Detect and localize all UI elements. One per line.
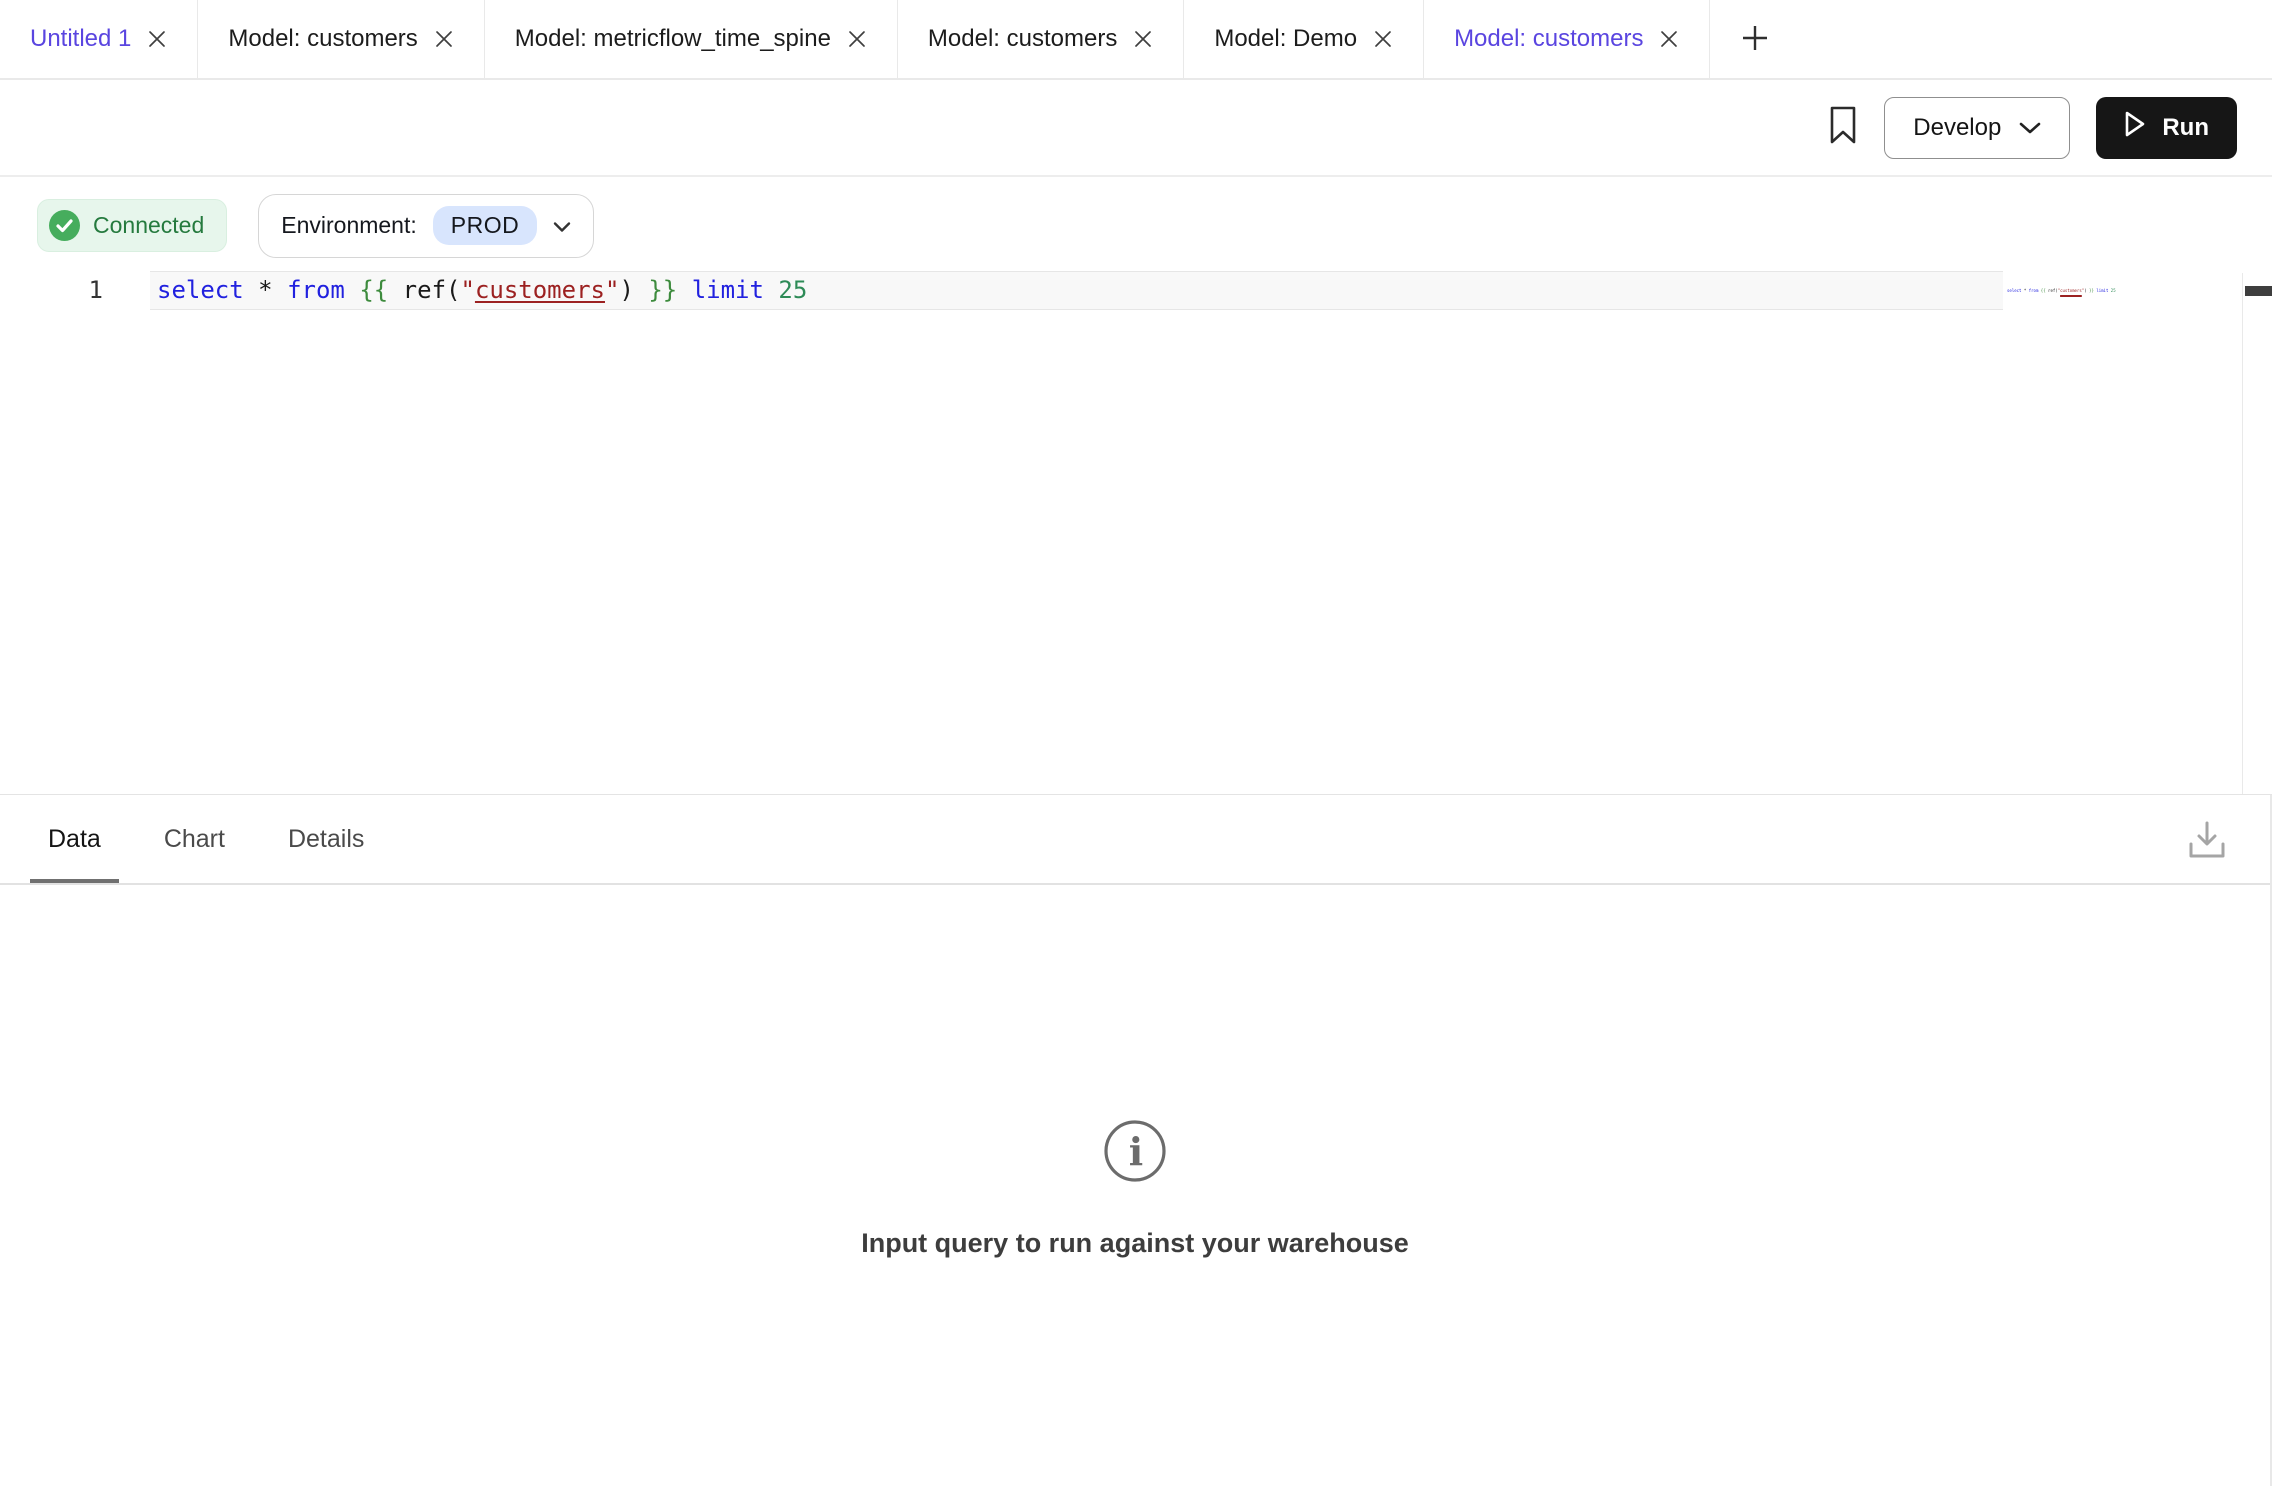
chevron-down-icon [2019,114,2041,142]
tab[interactable]: Untitled 1 [0,0,198,78]
tab[interactable]: Model: customers [898,0,1184,78]
run-button-label: Run [2162,114,2209,142]
info-icon: i [1103,1119,1167,1188]
tab[interactable]: Model: metricflow_time_spine [485,0,898,78]
code-token: " [460,276,474,304]
close-icon[interactable] [1659,29,1679,49]
develop-button[interactable]: Develop [1884,97,2070,159]
code-editor[interactable]: 1 select * from {{ ref("customers") }} l… [0,271,2272,310]
line-number: 1 [0,271,150,310]
code-token: from [2029,288,2039,293]
code-token: customers [2060,288,2082,293]
connection-status-label: Connected [93,212,204,239]
toolbar: Develop Run [0,80,2272,177]
code-token: select [2007,288,2021,293]
code-token: ref [403,276,446,304]
editor-status-row: Connected Environment: PROD [37,193,2272,258]
results-tab-chart[interactable]: Chart [146,795,243,883]
results-empty-state: i Input query to run against your wareho… [0,885,2270,1259]
svg-text:i: i [1129,1129,1143,1174]
run-button[interactable]: Run [2096,97,2237,159]
tab[interactable]: Model: customers [198,0,484,78]
minimap-line: select * from {{ ref("customers") }} lim… [2007,288,2116,294]
code-token [388,276,402,304]
play-icon [2124,111,2146,144]
tab-label: Model: customers [1454,25,1643,53]
minimap-divider [2242,273,2243,794]
download-button[interactable] [2184,817,2230,866]
close-icon[interactable] [1373,29,1393,49]
code-token: 25 [2111,288,2116,293]
tab-label: Untitled 1 [30,25,131,53]
tab[interactable]: Model: customers [1424,0,1710,78]
tab-label: Model: customers [228,25,417,53]
close-icon[interactable] [847,29,867,49]
empty-state-message: Input query to run against your warehous… [861,1228,1409,1259]
check-circle-icon [49,210,80,241]
tab-label: Model: Demo [1214,25,1357,53]
tab-label: Model: metricflow_time_spine [515,25,831,53]
plus-icon [1740,23,1770,56]
code-token [634,276,648,304]
close-icon[interactable] [147,29,167,49]
results-tabs: Data Chart Details [30,795,382,883]
code-token: limit [692,276,764,304]
results-tab-details[interactable]: Details [270,795,382,883]
download-icon [2184,851,2230,866]
code-line[interactable]: select * from {{ ref("customers") }} lim… [150,271,2003,310]
code-token: ( [446,276,460,304]
code-token: {{ [359,276,388,304]
results-header: Data Chart Details [0,795,2270,885]
app-window: Untitled 1 Model: customers Model: metricf… [0,0,2272,1486]
develop-button-label: Develop [1913,114,2001,142]
code-token: from [287,276,345,304]
environment-value-chip: PROD [433,206,537,245]
close-icon[interactable] [434,29,454,49]
code-token [764,276,778,304]
scrollbar-thumb[interactable] [2245,286,2272,296]
chevron-down-icon [553,212,571,239]
tab[interactable]: Model: Demo [1184,0,1424,78]
code-token: select [157,276,244,304]
code-token: customers [475,276,605,304]
results-tab-data[interactable]: Data [30,795,119,883]
environment-selector[interactable]: Environment: PROD [258,194,594,258]
code-token [677,276,691,304]
environment-label: Environment: [281,212,417,239]
code-token: * [258,276,272,304]
code-token: 25 [778,276,807,304]
results-panel: DataChartDetails i Input query to run [0,795,2272,1486]
editor-pane: Connected Environment: PROD 1 select * f… [0,193,2272,795]
code-token: " [605,276,619,304]
code-token [244,276,258,304]
connection-status-badge: Connected [37,199,227,252]
code-token [273,276,287,304]
code-token: limit [2096,288,2108,293]
tab-label: Model: customers [928,25,1117,53]
code-token: }} [648,276,677,304]
bookmark-icon [1828,106,1858,149]
add-tab-button[interactable] [1710,0,1800,78]
code-token [345,276,359,304]
code-token: ) [619,276,633,304]
bookmark-button[interactable] [1828,106,1858,149]
close-icon[interactable] [1133,29,1153,49]
tab-bar: Untitled 1 Model: customers Model: metricf… [0,0,2272,80]
